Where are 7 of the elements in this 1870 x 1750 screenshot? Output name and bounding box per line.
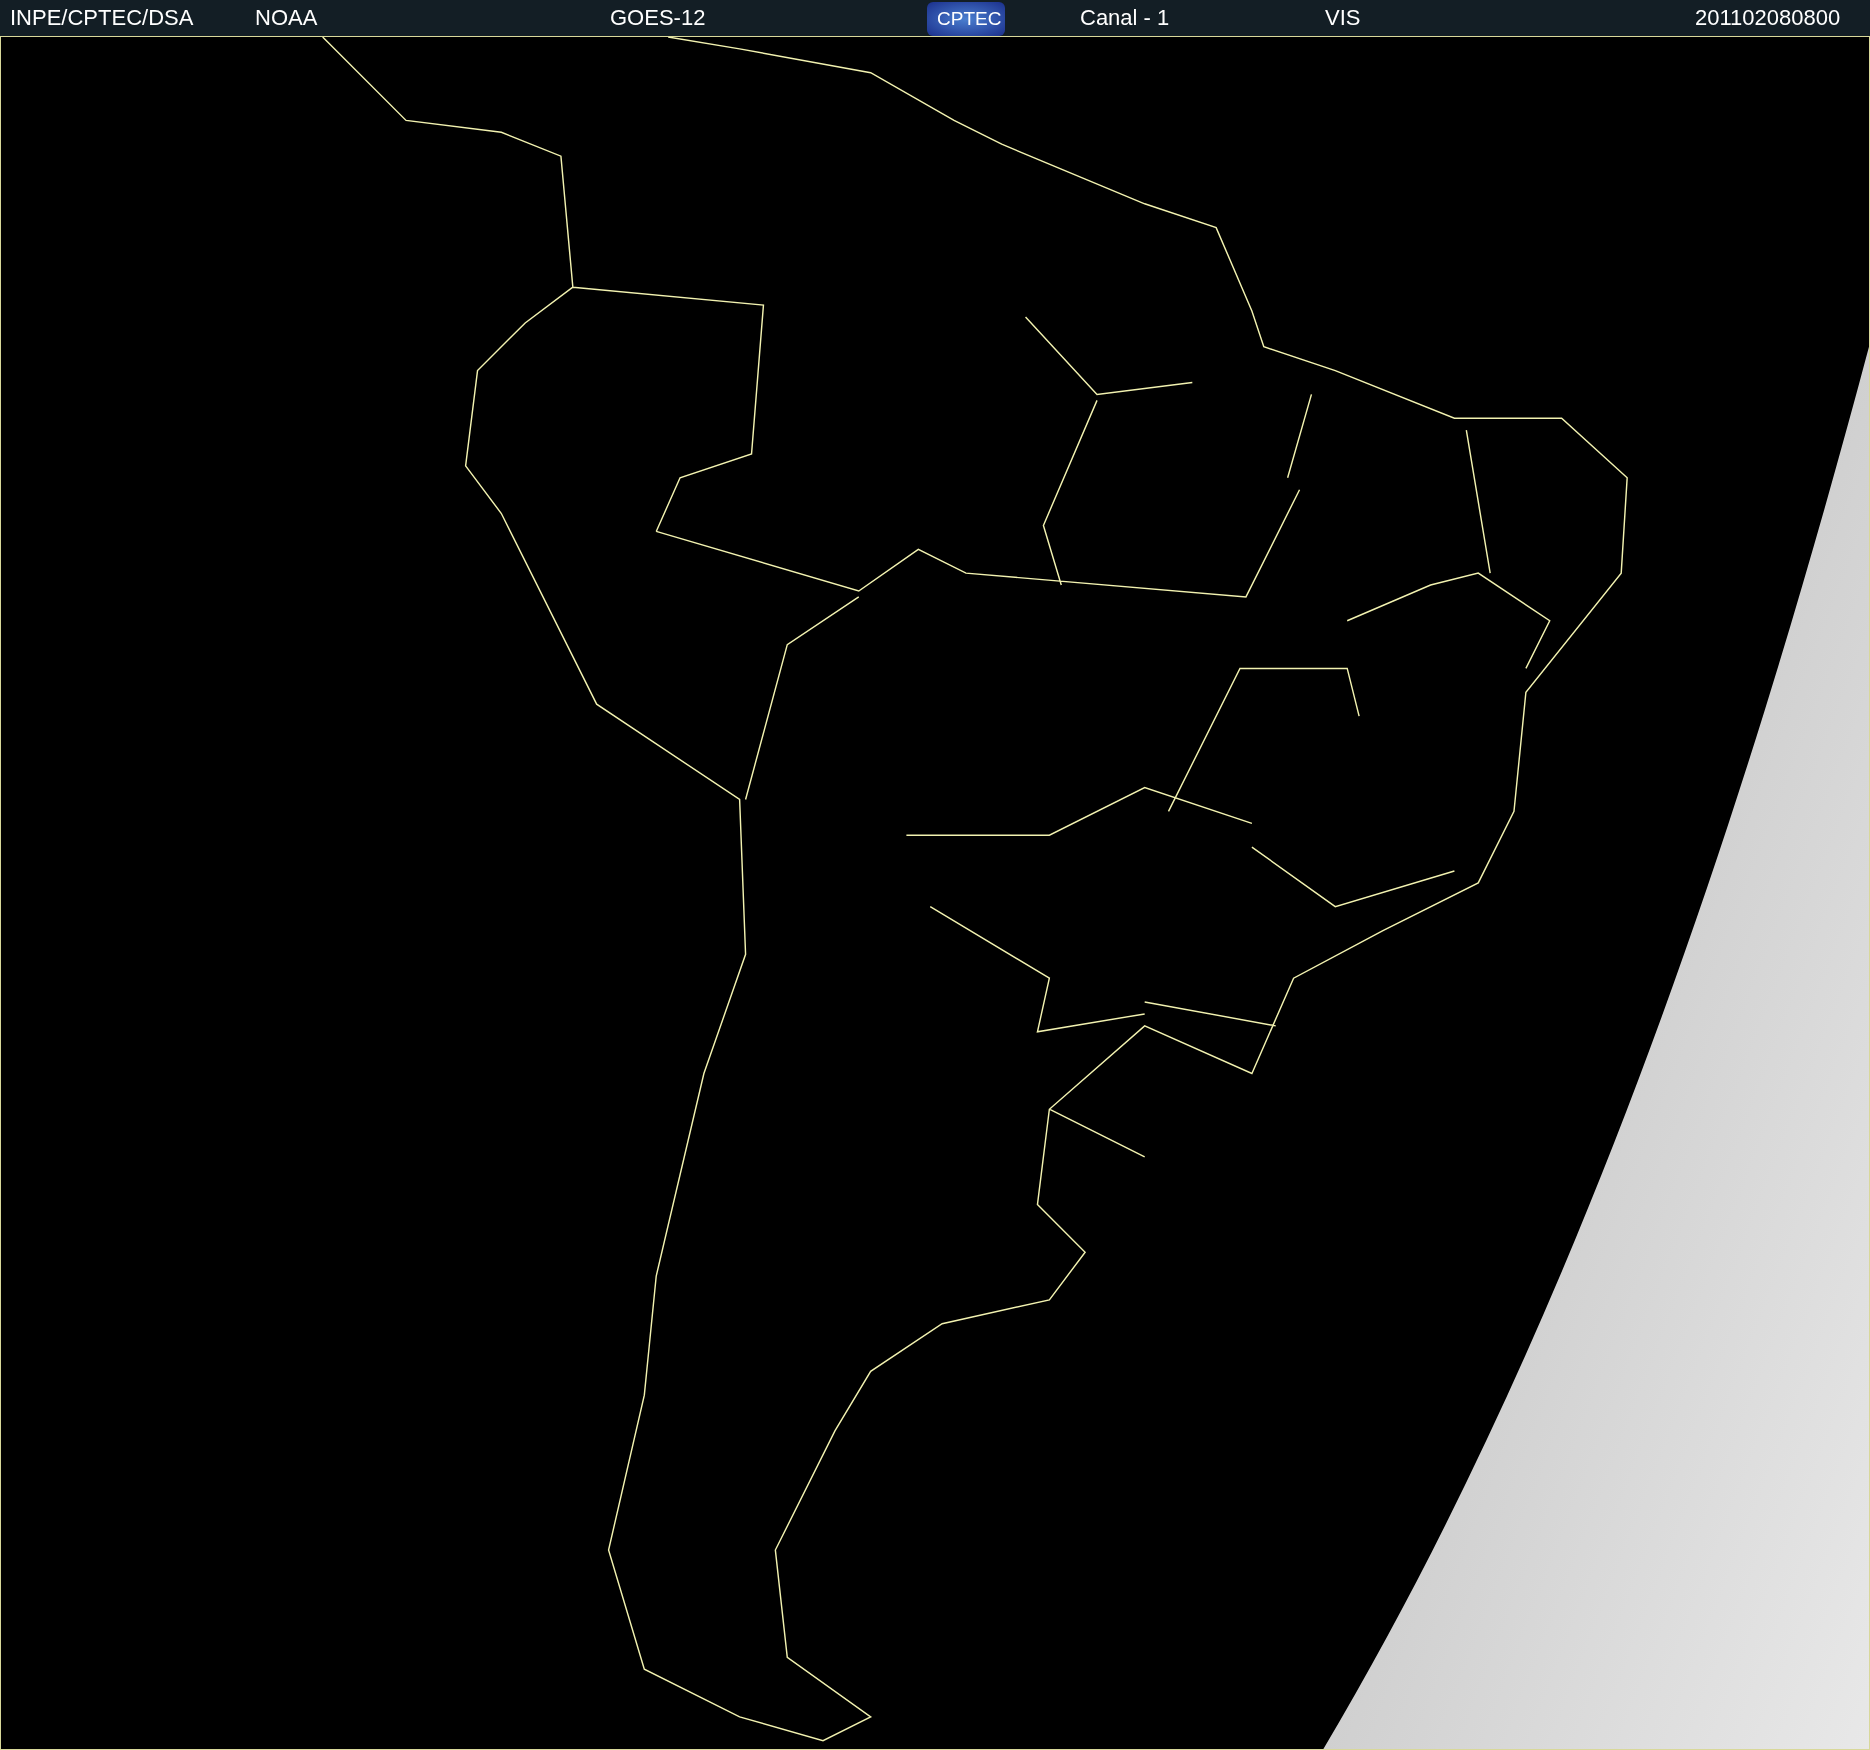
header-label: 201102080800 [1694, 4, 1842, 32]
header-label: INPE/CPTEC/DSA [9, 4, 195, 32]
logo: CPTEC [927, 2, 1006, 36]
header-label: GOES-12 [609, 4, 707, 32]
header-label: VIS [1324, 4, 1362, 32]
header-label: NOAA [254, 4, 319, 32]
header-label: Canal - 1 [1079, 4, 1171, 32]
